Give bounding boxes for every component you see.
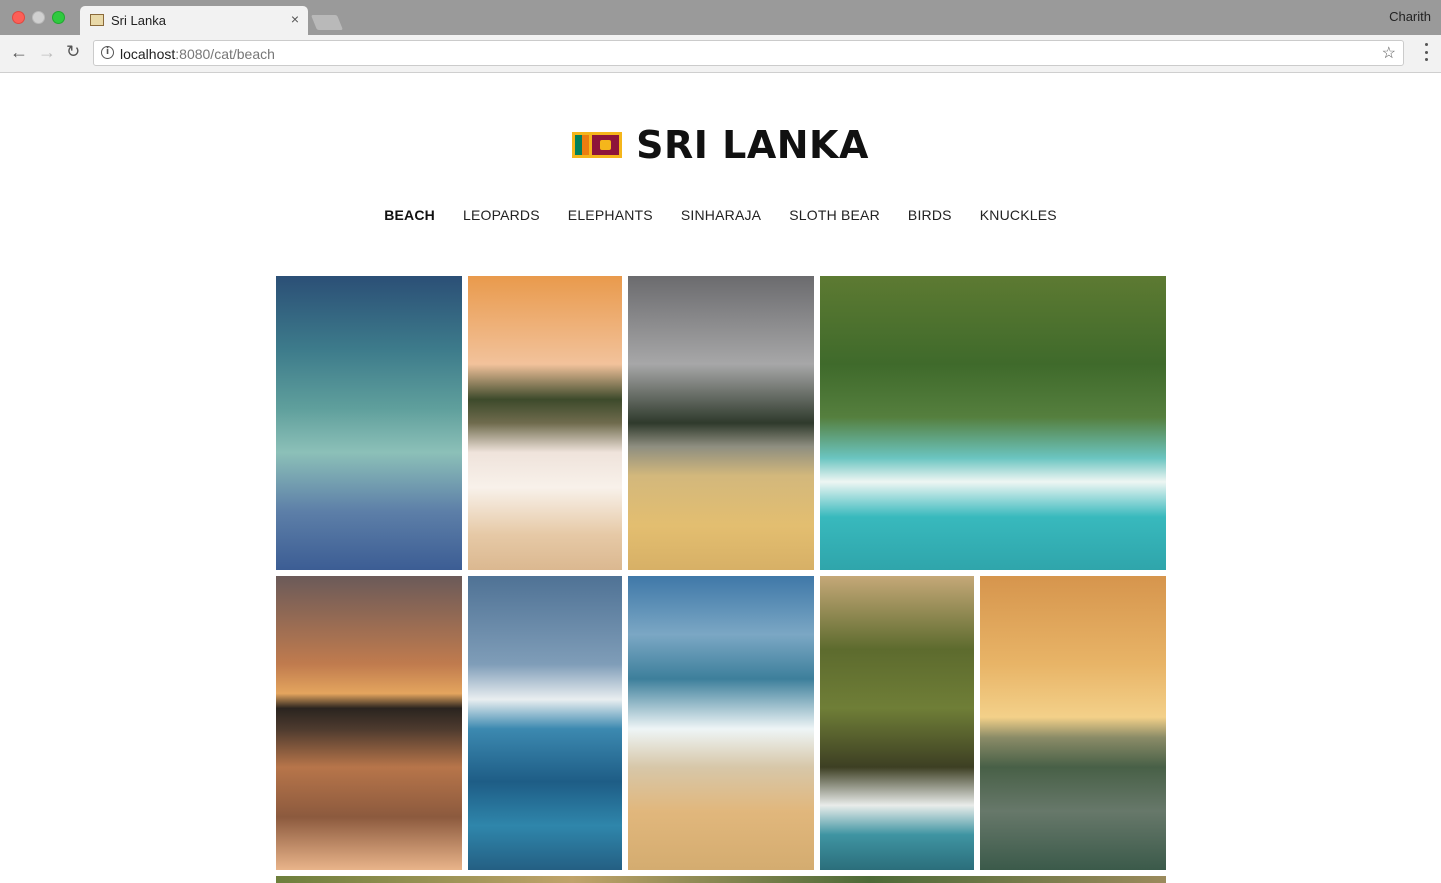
url-text[interactable]: localhost:8080/cat/beach [120,46,275,62]
browser-tab[interactable]: Sri Lanka × [80,6,308,35]
nav-item-leopards[interactable]: LEOPARDS [463,207,540,223]
site-header: SRI LANKA [0,123,1441,167]
surfer-wave-photo[interactable] [276,276,462,570]
woman-surfboard-photo[interactable] [628,276,814,570]
nav-item-elephants[interactable]: ELEPHANTS [568,207,653,223]
window-maximize-button[interactable] [52,11,65,24]
back-arrow-icon[interactable]: ← [10,42,28,62]
address-bar[interactable]: i localhost:8080/cat/beach ☆ [93,40,1404,66]
browser-titlebar: Sri Lanka × Charith [0,0,1441,35]
palm-row-photo[interactable] [276,876,1166,883]
site-title[interactable]: SRI LANKA [636,123,869,167]
reload-icon[interactable]: ↻ [66,42,80,62]
tab-close-icon[interactable]: × [291,11,299,27]
fisherman-boat-photo[interactable] [468,576,622,870]
golden-sea-photo[interactable] [980,576,1166,870]
browser-menu-icon[interactable] [1425,43,1429,61]
sunset-palms-photo[interactable] [276,576,462,870]
nav-item-sinharaja[interactable]: SINHARAJA [681,207,761,223]
window-close-button[interactable] [12,11,25,24]
page-content: SRI LANKA BEACH LEOPARDS ELEPHANTS SINHA… [0,73,1441,883]
browser-toolbar: ← → ↻ i localhost:8080/cat/beach ☆ [0,35,1441,73]
window-minimize-button[interactable] [32,11,45,24]
nav-item-sloth-bear[interactable]: SLOTH BEAR [789,207,880,223]
url-host: localhost [120,46,176,62]
bookmark-star-icon[interactable]: ☆ [1382,43,1396,63]
sri-lanka-flag-icon [90,14,104,26]
palm-beach-people-photo[interactable] [468,276,622,570]
profile-name[interactable]: Charith [1389,9,1431,24]
forward-arrow-icon[interactable]: → [38,42,56,62]
url-path: :8080/cat/beach [175,46,275,62]
new-tab-button[interactable] [310,15,344,30]
nav-item-beach[interactable]: BEACH [384,207,435,223]
jungle-surfer-photo[interactable] [820,276,1166,570]
nav-item-knuckles[interactable]: KNUCKLES [980,207,1057,223]
sri-lanka-flag-icon [572,132,623,158]
palm-surfer-photo[interactable] [820,576,974,870]
dogs-beach-stilts-photo[interactable] [628,576,814,870]
nav-item-birds[interactable]: BIRDS [908,207,952,223]
tab-title: Sri Lanka [111,13,166,28]
category-nav: BEACH LEOPARDS ELEPHANTS SINHARAJA SLOTH… [0,207,1441,223]
info-icon[interactable]: i [101,46,114,59]
